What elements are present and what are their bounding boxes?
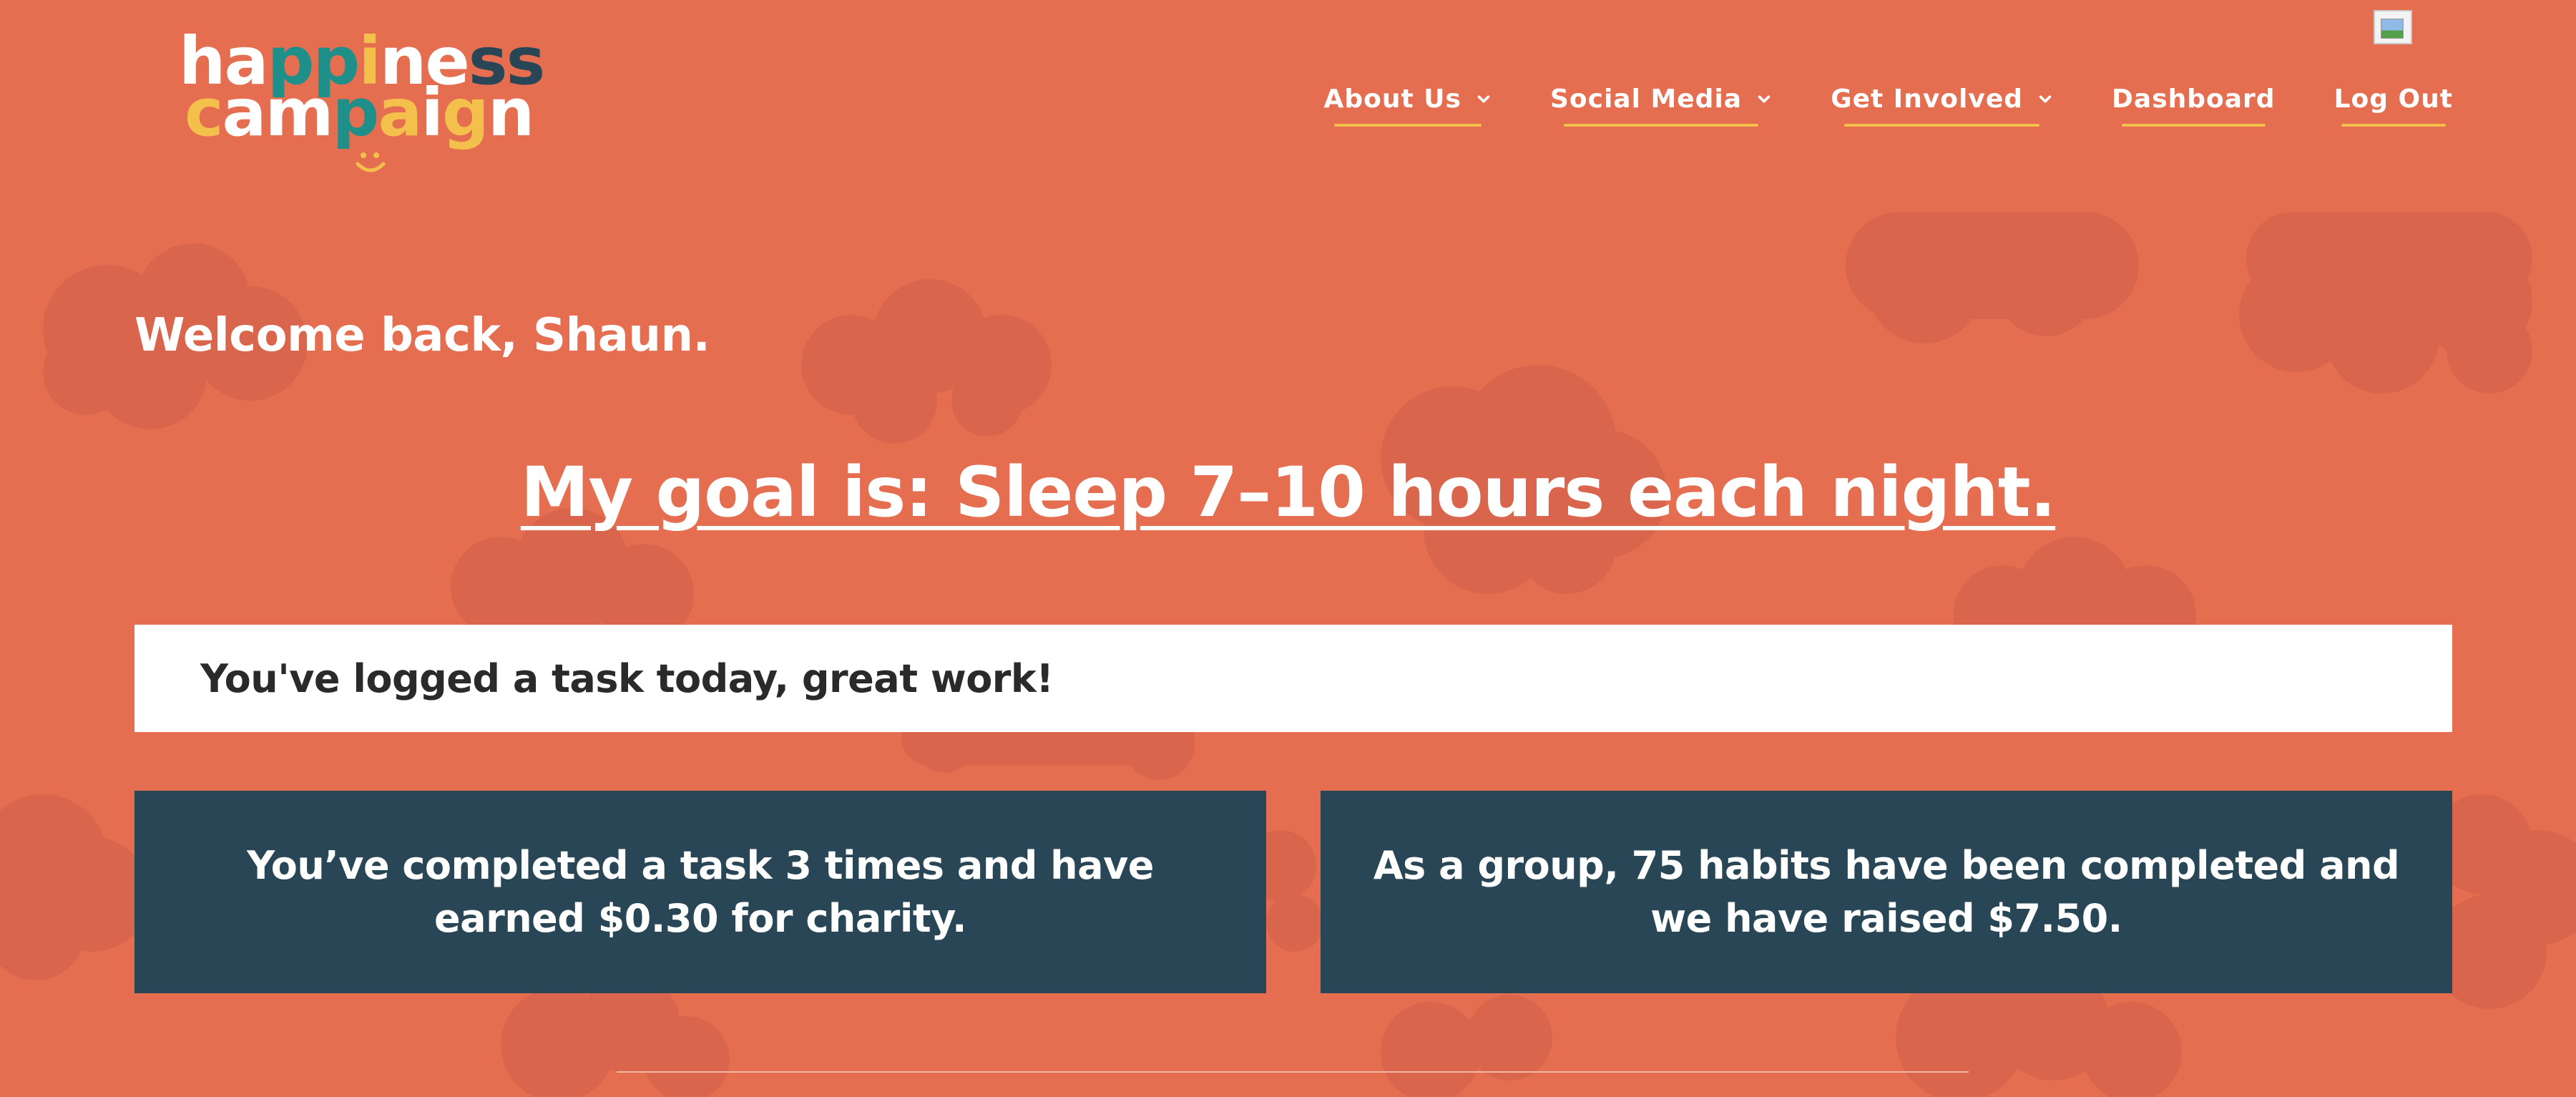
personal-progress-card: You’ve completed a task 3 times and have… [134, 791, 1266, 993]
group-progress-card: As a group, 75 habits have been complete… [1321, 791, 2452, 993]
nav-underline [2121, 124, 2266, 127]
nav-underline [2341, 124, 2446, 127]
cloud-shape [1846, 212, 2139, 343]
nav-item-about-us[interactable]: About Us [1324, 84, 1492, 127]
smile-icon [356, 152, 386, 172]
cloud-shape [2239, 212, 2532, 394]
nav-item-dashboard[interactable]: Dashboard [2112, 84, 2276, 127]
nav-underline [1843, 124, 2040, 127]
nav-item-log-out[interactable]: Log Out [2334, 84, 2453, 127]
nav-underline [1333, 124, 1482, 127]
section-divider [617, 1071, 1969, 1073]
nav-label: About Us [1323, 84, 1461, 114]
broken-image-icon [2374, 10, 2412, 44]
cloud-shape [0, 794, 150, 980]
group-progress-text: As a group, 75 habits have been complete… [1373, 842, 2400, 941]
task-status-banner: You've logged a task today, great work! [134, 625, 2452, 732]
chevron-down-icon [2039, 95, 2052, 103]
chevron-down-icon [1477, 95, 1490, 103]
task-status-text: You've logged a task today, great work! [200, 655, 1054, 701]
cloud-shape [2432, 794, 2576, 1009]
goal-heading: My goal is: Sleep 7–10 hours each night. [520, 452, 2056, 532]
nav-underline [1563, 124, 1759, 127]
nav-label: Get Involved [1831, 84, 2024, 114]
nav-item-social-media[interactable]: Social Media [1550, 84, 1772, 127]
cloud-shape [801, 279, 1052, 444]
main-navigation: About Us Social Media Get Involved Dashb… [1324, 84, 2453, 127]
personal-progress-text: You’ve completed a task 3 times and have… [247, 842, 1154, 941]
nav-item-get-involved[interactable]: Get Involved [1831, 84, 2053, 127]
cloud-shape [1381, 995, 1552, 1097]
logo-line-2: campaign [185, 74, 534, 151]
welcome-heading: Welcome back, Shaun. [134, 309, 710, 362]
nav-label: Dashboard [2112, 84, 2276, 114]
chevron-down-icon [1758, 95, 1771, 103]
nav-label: Social Media [1549, 84, 1743, 114]
happiness-campaign-logo[interactable]: happiness campaign [179, 29, 545, 193]
nav-label: Log Out [2333, 84, 2453, 114]
